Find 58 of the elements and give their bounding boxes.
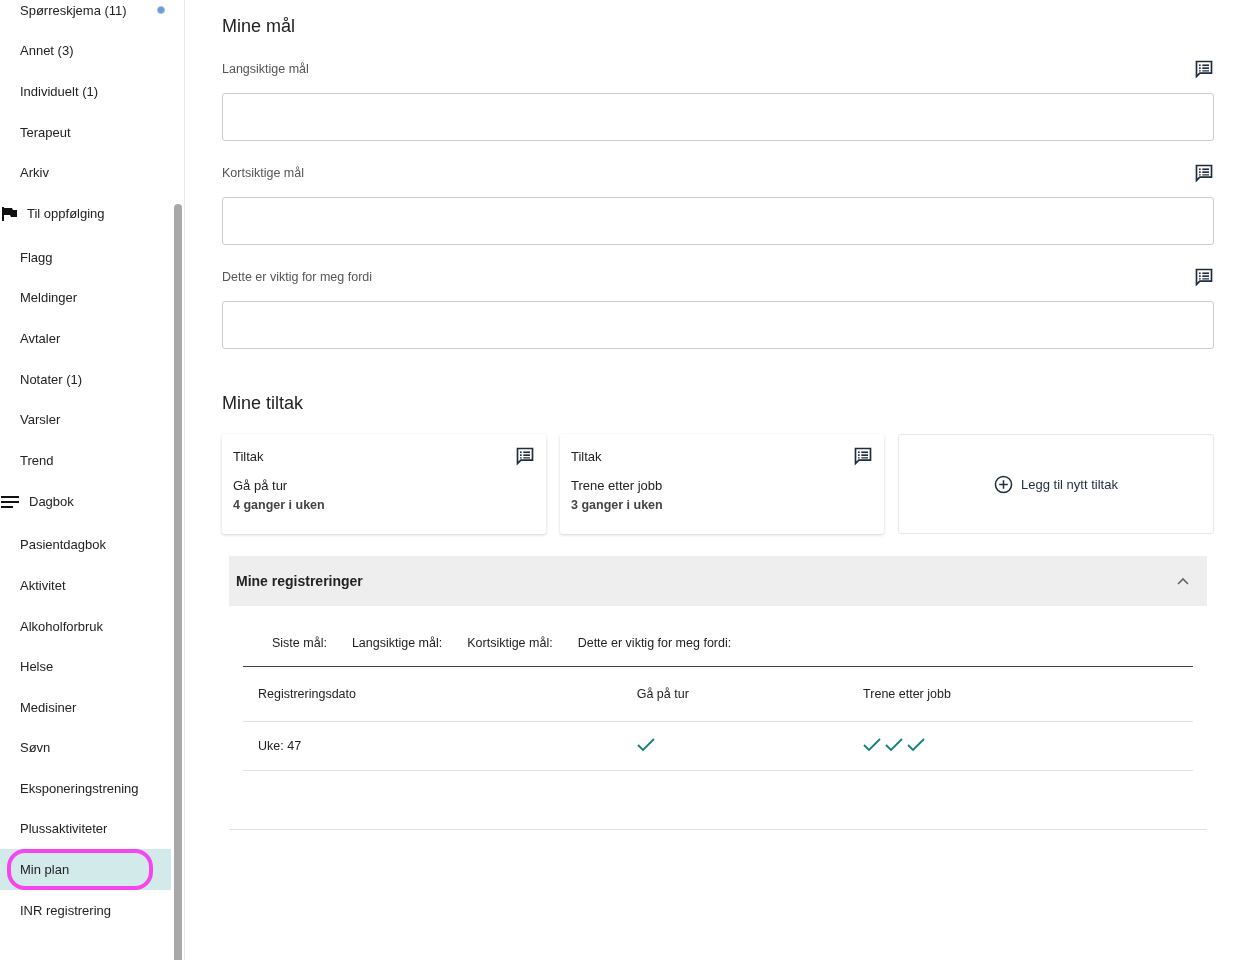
field-label: Kortsiktige mål [222, 166, 304, 180]
summary-label: Dette er viktig for meg fordi: [577, 636, 732, 650]
sidebar-item[interactable]: Flagg [0, 236, 171, 278]
sidebar-item[interactable]: Søvn [0, 727, 171, 769]
input-field[interactable] [222, 197, 1214, 245]
comment-icon[interactable] [515, 446, 535, 466]
sidebar-heading[interactable]: Dagbok [29, 494, 74, 510]
sidebar-item[interactable]: Eksponeringstrening [0, 768, 171, 809]
sidebar-item[interactable]: Pasientdagbok [0, 524, 171, 566]
field-label: Dette er viktig for meg fordi [222, 270, 373, 284]
comment-icon[interactable] [1194, 267, 1214, 287]
sidebar-item[interactable]: Plussaktiviteter [0, 808, 171, 850]
measure-frequency: 3 ganger i uken [571, 498, 664, 512]
column-header: Gå på tur [621, 667, 849, 722]
scrollbar[interactable] [174, 204, 182, 960]
column-header: Registreringsdato [243, 667, 622, 722]
summary-label: Siste mål: [272, 636, 327, 650]
column-header: Trene etter jobb [848, 667, 1193, 722]
sidebar-item[interactable]: Terapeut [0, 111, 171, 153]
accordion-header[interactable]: Mine registreringer [229, 556, 1207, 606]
chevron-icon[interactable] [1177, 577, 1189, 585]
accordion-title: Mine registreringer [236, 573, 363, 589]
section-title: Mine mål [222, 16, 297, 37]
summary-label: Langsiktige mål: [351, 636, 443, 650]
sidebar-item[interactable]: Medisiner [0, 686, 171, 728]
sidebar-item[interactable]: Spørreskjema (11) [0, 0, 171, 31]
sidebar-item[interactable]: Helse [0, 646, 171, 687]
sidebar-heading[interactable]: Til oppfølging [27, 206, 105, 222]
sidebar-item[interactable]: Meldinger [0, 277, 171, 319]
measure-frequency: 4 ganger i uken [233, 498, 326, 512]
sidebar-item[interactable]: Notater (1) [0, 358, 171, 400]
table-cell: Uke: 47 [243, 721, 622, 771]
sidebar-item[interactable]: Individuelt (1) [0, 71, 171, 112]
sidebar-item[interactable]: INR registrering [0, 889, 171, 931]
menu-icon [1, 495, 19, 508]
add-measure-button[interactable]: Legg til nytt tiltak [898, 434, 1214, 534]
input-field[interactable] [222, 93, 1214, 141]
comment-icon[interactable] [1194, 59, 1214, 79]
sidebar-item[interactable]: Arkiv [0, 152, 171, 193]
measure-name: Gå på tur [233, 478, 289, 493]
section-title: Mine tiltak [222, 393, 305, 414]
add-icon [994, 474, 1014, 494]
flag-icon [1, 206, 17, 221]
sidebar-item[interactable]: Min plan [0, 849, 171, 890]
sidebar-item[interactable]: Avtaler [0, 318, 171, 359]
comment-icon[interactable] [1194, 163, 1214, 183]
summary-label: Kortsiktige mål: [467, 636, 553, 650]
sidebar-item[interactable]: Aktivitet [0, 565, 171, 606]
sidebar-item[interactable]: Varsler [0, 399, 171, 440]
sidebar-item[interactable]: Annet (3) [0, 30, 171, 72]
card-title: Tiltak [233, 448, 264, 464]
sidebar-item[interactable]: Trend [0, 439, 171, 481]
input-field[interactable] [222, 301, 1214, 349]
card-title: Tiltak [571, 448, 602, 464]
sidebar-item[interactable]: Alkoholforbruk [0, 605, 171, 647]
comment-icon[interactable] [853, 446, 873, 466]
field-label: Langsiktige mål [222, 62, 309, 76]
measure-name: Trene etter jobb [571, 478, 664, 493]
